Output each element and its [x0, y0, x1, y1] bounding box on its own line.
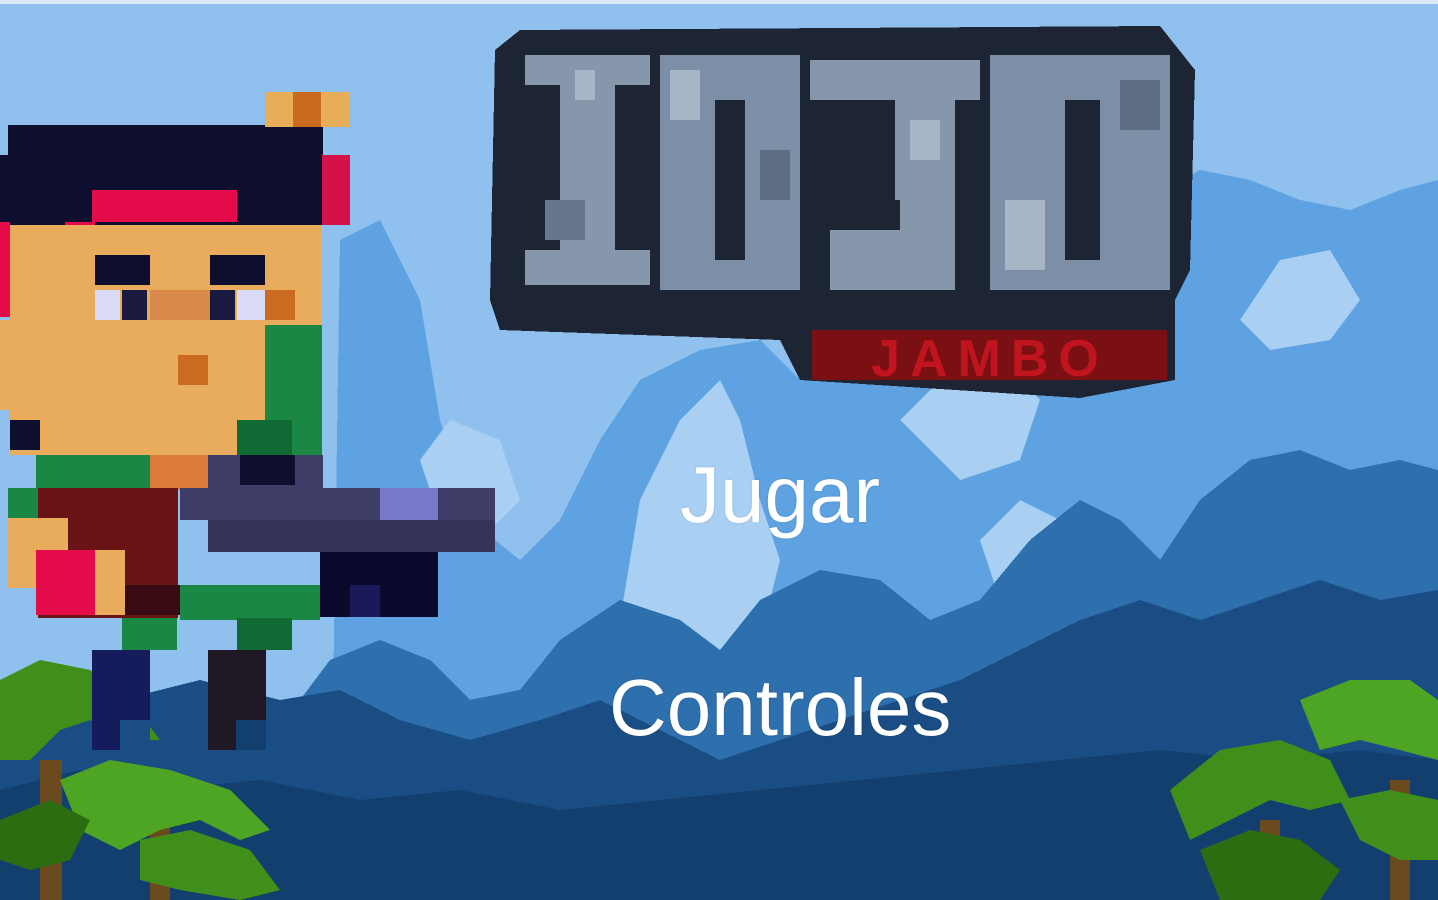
play-button[interactable]: Jugar [680, 455, 880, 535]
title-screen: JAMBO Jugar Controles [0, 0, 1438, 900]
controls-button[interactable]: Controles [609, 668, 951, 748]
logo-subtitle-text: JAMBO [871, 330, 1109, 388]
